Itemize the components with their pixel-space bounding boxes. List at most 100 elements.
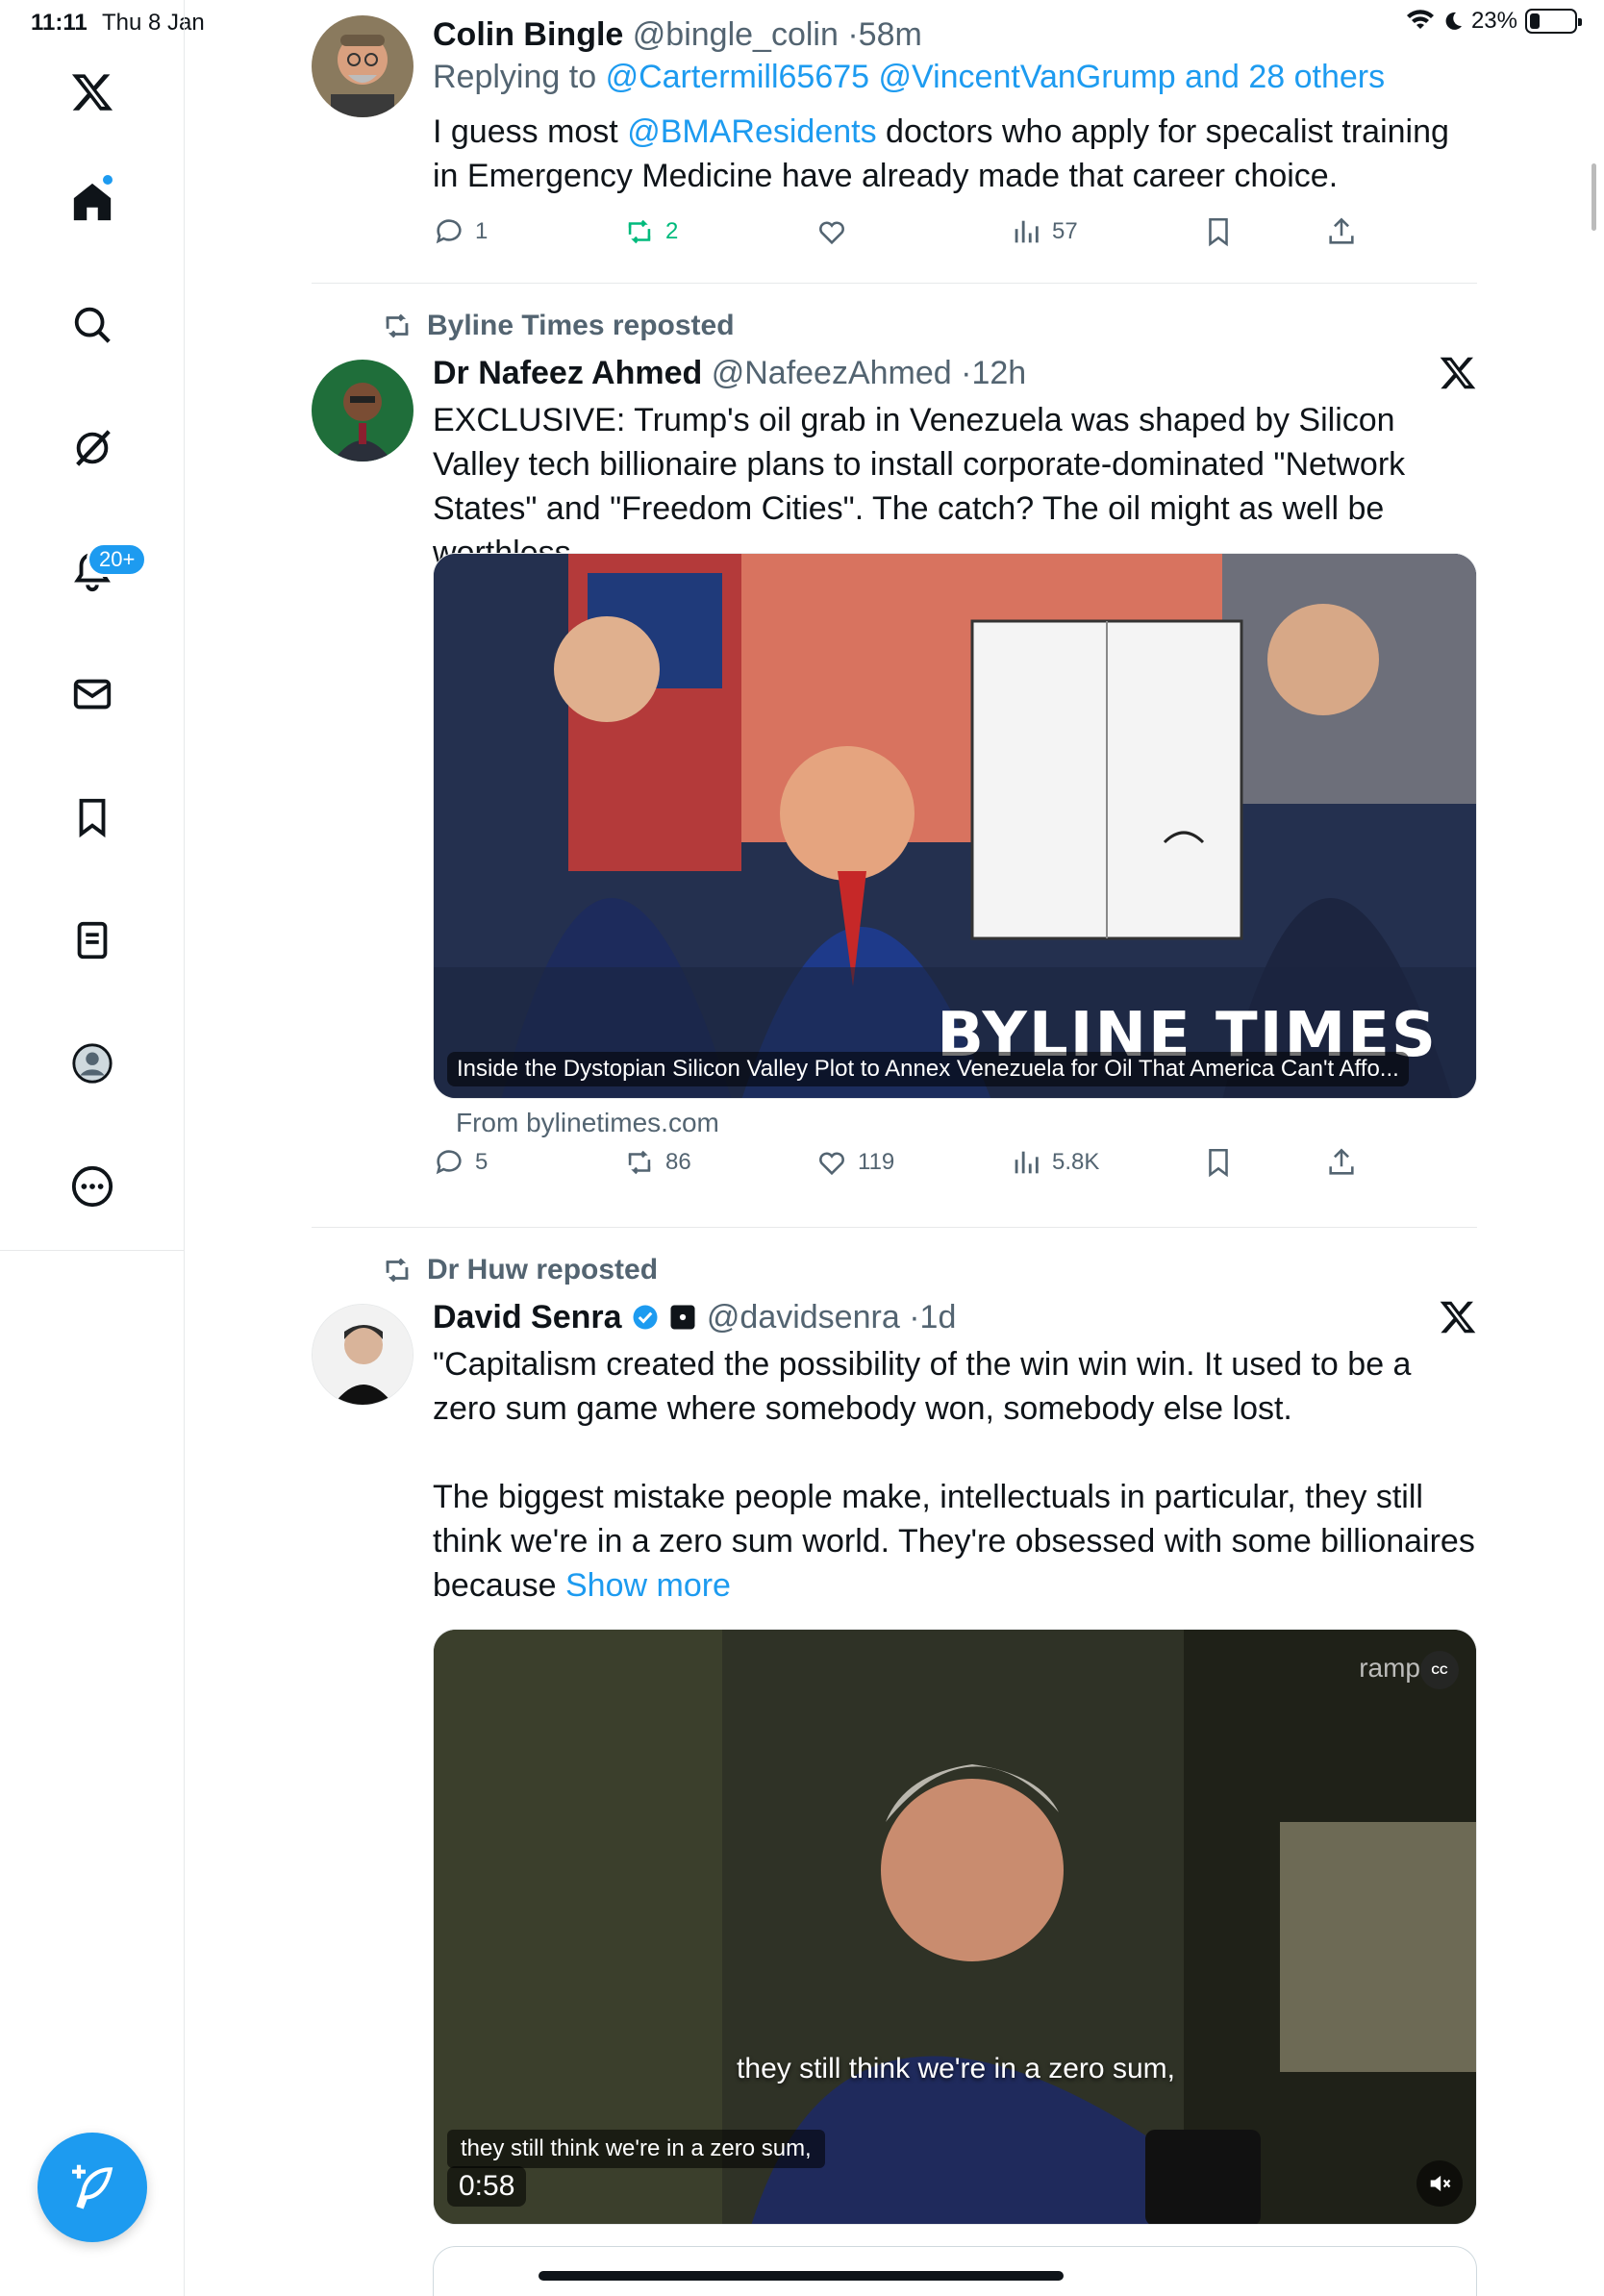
video-time-remaining: 0:58 [447,2166,527,2207]
like-button[interactable]: 119 [815,1146,894,1179]
like-button[interactable] [815,215,858,248]
views-button[interactable]: 57 [1010,215,1078,248]
view-count: 5.8K [1052,1149,1100,1175]
avatar[interactable] [312,15,414,117]
tweet-divider [312,1227,1477,1228]
replying-to-line: Replying to @Cartermill65675 @VincentVan… [433,56,1477,98]
mute-button[interactable] [1416,2160,1463,2207]
home-icon[interactable] [54,163,131,240]
view-count: 57 [1052,218,1078,244]
tweet-time[interactable]: 12h [971,355,1026,391]
x-logo-icon[interactable] [54,54,131,131]
views-chart-icon [1015,220,1039,243]
views-button[interactable]: 5.8K [1010,1146,1099,1179]
replying-prefix: Replying to [433,59,597,95]
share-button[interactable] [1325,1146,1358,1179]
video-cc-caption: they still think we're in a zero sum, [447,2130,825,2168]
share-button[interactable] [1325,215,1358,248]
author-name[interactable]: David Senra [433,1299,622,1335]
tweet-text: I guess most @BMAResidents doctors who a… [433,110,1477,198]
mention-link[interactable]: @BMAResidents [627,113,876,150]
author-handle[interactable]: @davidsenra [707,1299,900,1335]
tweet-body: David Senra @davidsenra ·1d "Capitalism … [433,1296,1477,1608]
home-unread-dot [103,175,113,185]
tweet-actions: 5 86 119 5.8K [433,1146,1477,1188]
heart-icon [819,221,844,245]
avatar[interactable] [312,1304,414,1406]
bookmark-icon [1209,217,1228,247]
tweet-header: David Senra @davidsenra ·1d [433,1296,1477,1338]
more-options-icon[interactable] [54,1148,131,1225]
author-name[interactable]: Dr Nafeez Ahmed [433,355,702,391]
profile-avatar-icon[interactable] [54,1025,131,1102]
notifications-badge: 20+ [87,542,148,577]
tweet-body: Dr Nafeez Ahmed @NafeezAhmed ·12h EXCLUS… [433,352,1477,575]
reply-button[interactable]: 5 [433,1146,488,1179]
dot-separator: · [847,16,859,53]
scrollbar-thumb[interactable] [1591,163,1596,231]
tweet-text: EXCLUSIVE: Trump's oil grab in Venezuela… [433,402,1406,571]
home-indicator[interactable] [539,2271,1064,2281]
repost-button[interactable]: 86 [623,1146,691,1179]
tweet-text-paragraph: "Capitalism created the possibility of t… [433,1346,1412,1427]
tweet-header: Dr Nafeez Ahmed @NafeezAhmed ·12h [433,352,1477,394]
repost-icon [628,1150,651,1175]
tweet-text-part: I guess most [433,113,618,150]
tweet-header: Colin Bingle @bingle_colin ·58m [433,13,1477,56]
show-more-link[interactable]: Show more [565,1567,731,1604]
search-icon[interactable] [54,287,131,363]
link-card-source[interactable]: From bylinetimes.com [456,1108,719,1138]
repost-icon [386,313,409,338]
bookmark-icon [1209,1148,1228,1178]
repost-count: 2 [665,218,679,244]
lists-icon[interactable] [54,902,131,979]
repost-icon [628,219,651,244]
video-burned-caption: they still think we're in a zero sum, [737,2053,1175,2084]
compose-post-button[interactable] [38,2133,147,2242]
verified-badge-icon [633,1305,658,1330]
tweet-body: Colin Bingle @bingle_colin ·58m Replying… [433,13,1477,198]
x-platform-icon [1440,1301,1476,1334]
link-card-title[interactable]: Inside the Dystopian Silicon Valley Plot… [447,1052,1409,1086]
grok-icon[interactable] [54,410,131,487]
replying-to-link[interactable]: @Cartermill65675 @VincentVanGrump and 28… [606,59,1386,95]
bookmark-button[interactable] [1202,1146,1235,1179]
reposted-by-text[interactable]: Byline Times reposted [427,310,735,342]
repost-button[interactable]: 2 [623,215,678,248]
affiliate-badge-icon [670,1305,695,1330]
reply-count: 5 [475,1149,489,1175]
tweet-actions: 1 2 57 [433,215,1477,258]
link-card-image[interactable]: BYLINE TIMES Inside the Dystopian Silico… [433,553,1477,1099]
bookmarks-icon[interactable] [54,779,131,856]
sidebar: 20+ [0,0,185,2296]
tweet-time[interactable]: 1d [920,1299,957,1335]
bookmark-button[interactable] [1202,215,1235,248]
reply-icon [436,219,462,244]
reposted-by-text[interactable]: Dr Huw reposted [427,1254,658,1286]
tweet-text-paragraph: The biggest mistake people make, intelle… [433,1475,1477,1608]
dot-separator: · [961,355,972,391]
tweet-divider [312,283,1477,284]
reply-button[interactable]: 1 [433,215,488,248]
video-player[interactable]: ramp CC they still think we're in a zero… [433,1629,1477,2225]
repost-count: 86 [665,1149,691,1175]
share-icon [1329,1148,1354,1175]
author-handle[interactable]: @bingle_colin [633,16,839,53]
reposted-by-line: Byline Times reposted [381,310,735,342]
like-count: 119 [858,1149,895,1175]
reply-count: 1 [475,218,489,244]
avatar[interactable] [312,360,414,462]
battery-percent: 23% [1470,8,1517,34]
author-handle[interactable]: @NafeezAhmed [712,355,952,391]
views-chart-icon [1015,1151,1039,1174]
reposted-by-line: Dr Huw reposted [381,1254,658,1286]
battery-icon [1525,9,1582,34]
repost-icon [386,1258,409,1283]
author-name[interactable]: Colin Bingle [433,16,623,53]
compose-feather-icon [72,2164,113,2209]
closed-captions-button[interactable]: CC [1420,1651,1459,1689]
tweet-time[interactable]: 58m [859,16,922,53]
sidebar-divider [0,1250,185,1251]
messages-envelope-icon[interactable] [54,656,131,733]
reply-icon [436,1150,462,1175]
